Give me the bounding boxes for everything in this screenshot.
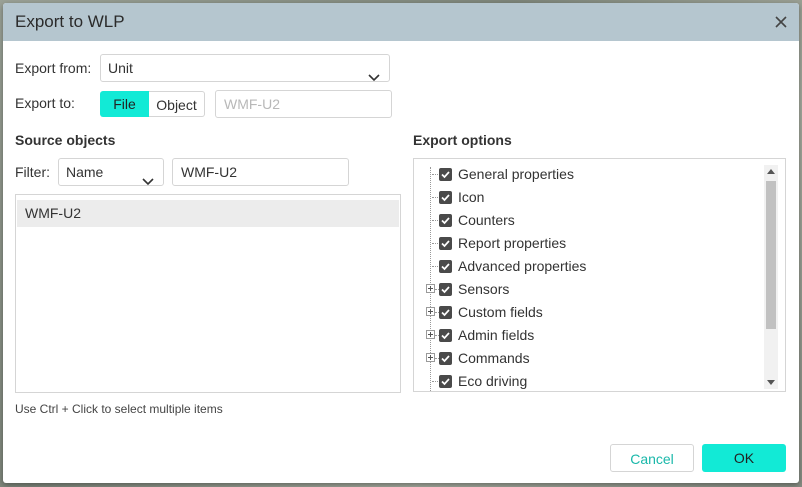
export-option-row[interactable]: General properties	[414, 163, 754, 186]
checkbox-checked-icon[interactable]	[439, 352, 452, 365]
export-option-label: Admin fields	[458, 327, 535, 343]
selection-hint: Use Ctrl + Click to select multiple item…	[15, 402, 223, 416]
cancel-button[interactable]: Cancel	[610, 444, 694, 472]
export-from-label: Export from:	[15, 60, 92, 76]
export-option-label: Icon	[458, 189, 485, 205]
checkbox-checked-icon[interactable]	[439, 375, 452, 388]
export-option-row[interactable]: Admin fields	[414, 324, 754, 347]
checkbox-checked-icon[interactable]	[439, 283, 452, 296]
close-icon[interactable]	[771, 12, 791, 32]
export-option-row[interactable]: Custom fields	[414, 301, 754, 324]
checkbox-checked-icon[interactable]	[439, 214, 452, 227]
export-option-row[interactable]: Counters	[414, 209, 754, 232]
export-to-object-option[interactable]: Object	[149, 91, 205, 117]
checkbox-checked-icon[interactable]	[439, 168, 452, 181]
filter-field-select[interactable]: Name	[58, 158, 164, 186]
export-option-row[interactable]: Advanced properties	[414, 255, 754, 278]
export-option-label: Commands	[458, 350, 530, 366]
export-from-select[interactable]: Unit	[100, 54, 390, 82]
export-option-label: General properties	[458, 166, 574, 182]
export-to-toggle: File Object	[100, 91, 205, 117]
scroll-down-icon[interactable]	[767, 380, 775, 385]
checkbox-checked-icon[interactable]	[439, 191, 452, 204]
expand-plus-icon[interactable]	[426, 284, 435, 293]
export-option-row[interactable]: Sensors	[414, 278, 754, 301]
export-option-row[interactable]: Icon	[414, 186, 754, 209]
dialog-title: Export to WLP	[15, 12, 125, 31]
export-dialog: Export to WLP Export from: Unit Export t…	[3, 3, 799, 483]
export-options-title: Export options	[413, 132, 512, 148]
export-option-label: Advanced properties	[458, 258, 587, 274]
expand-plus-icon[interactable]	[426, 353, 435, 362]
export-to-label: Export to:	[15, 95, 75, 111]
ok-button[interactable]: OK	[702, 444, 786, 472]
chevron-down-icon	[142, 168, 154, 194]
list-item[interactable]: WMF-U2	[17, 200, 399, 227]
tree-scrollbar[interactable]	[764, 165, 778, 389]
checkbox-checked-icon[interactable]	[439, 237, 452, 250]
expand-plus-icon[interactable]	[426, 330, 435, 339]
export-options-tree: General properties Icon Counters Report pro…	[413, 158, 786, 392]
filter-input[interactable]: WMF-U2	[172, 158, 349, 186]
export-option-label: Eco driving	[458, 373, 528, 389]
export-option-label: Report properties	[458, 235, 567, 251]
expand-plus-icon[interactable]	[426, 307, 435, 316]
export-object-field: WMF-U2	[215, 90, 392, 118]
dialog-titlebar: Export to WLP	[3, 3, 799, 41]
source-objects-title: Source objects	[15, 132, 116, 148]
filter-field-value: Name	[66, 164, 104, 180]
filter-label: Filter:	[15, 164, 50, 180]
export-option-label: Sensors	[458, 281, 510, 297]
export-option-label: Counters	[458, 212, 515, 228]
export-option-row[interactable]: Eco driving	[414, 370, 754, 391]
scroll-thumb[interactable]	[766, 181, 776, 329]
export-from-value: Unit	[108, 60, 133, 76]
scroll-up-icon[interactable]	[767, 169, 775, 174]
checkbox-checked-icon[interactable]	[439, 306, 452, 319]
chevron-down-icon	[368, 64, 380, 90]
checkbox-checked-icon[interactable]	[439, 329, 452, 342]
source-objects-list: WMF-U2	[15, 194, 401, 393]
export-option-row[interactable]: Commands	[414, 347, 754, 370]
export-option-row[interactable]: Report properties	[414, 232, 754, 255]
export-option-label: Custom fields	[458, 304, 543, 320]
checkbox-checked-icon[interactable]	[439, 260, 452, 273]
export-to-file-option[interactable]: File	[100, 91, 149, 117]
